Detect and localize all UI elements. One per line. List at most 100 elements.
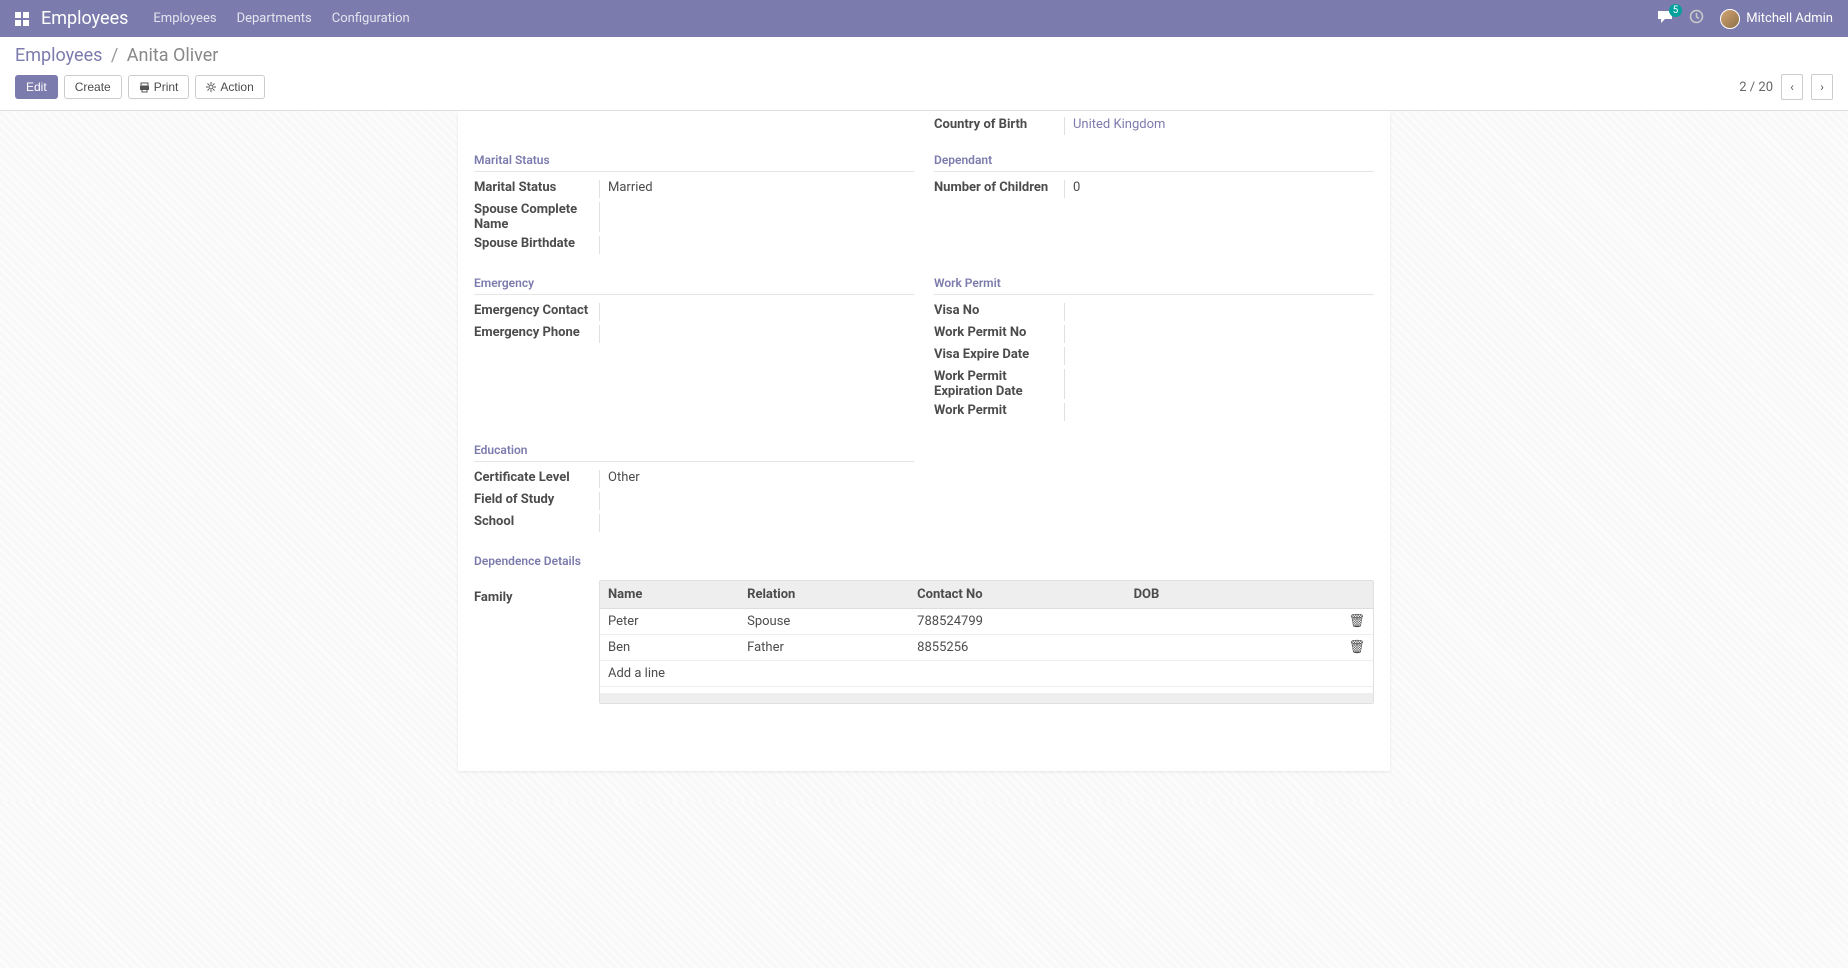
field-study-value xyxy=(599,492,914,510)
col-education: Education Certificate Level Other Field … xyxy=(474,433,914,544)
user-menu[interactable]: Mitchell Admin xyxy=(1720,9,1833,29)
spouse-birthdate-label: Spouse Birthdate xyxy=(474,236,599,254)
dependant-title: Dependant xyxy=(934,143,1374,172)
family-table-wrap: Name Relation Contact No DOB PeterSpouse… xyxy=(599,580,1374,704)
spouse-name-value xyxy=(599,202,914,232)
marital-status-title: Marital Status xyxy=(474,143,914,172)
breadcrumb: Employees / Anita Oliver xyxy=(15,45,1833,66)
emergency-title: Emergency xyxy=(474,266,914,295)
th-delete xyxy=(1340,581,1373,609)
trash-icon[interactable]: 🗑 xyxy=(1340,609,1373,635)
work-permit-exp-label: Work Permit Expiration Date xyxy=(934,369,1064,399)
work-permit-title: Work Permit xyxy=(934,266,1374,295)
cell-contact: 8855256 xyxy=(909,635,1125,661)
dep-details-title: Dependence Details xyxy=(474,544,1374,572)
control-row: Edit Create Print Action 2 / 20 ‹ › xyxy=(15,74,1833,100)
messages-icon[interactable]: 5 xyxy=(1657,10,1673,28)
row-education: Education Certificate Level Other Field … xyxy=(474,433,1374,544)
print-icon xyxy=(139,82,150,93)
control-bar: Employees / Anita Oliver Edit Create Pri… xyxy=(0,37,1848,111)
marital-status-label: Marital Status xyxy=(474,180,599,198)
visa-no-value xyxy=(1064,303,1374,321)
user-name: Mitchell Admin xyxy=(1746,11,1833,26)
breadcrumb-parent[interactable]: Employees xyxy=(15,45,102,66)
nav-link-configuration[interactable]: Configuration xyxy=(332,11,410,26)
pager-prev[interactable]: ‹ xyxy=(1781,74,1803,100)
row-marital-dependant: Marital Status Marital Status Married Sp… xyxy=(474,143,1374,266)
action-label: Action xyxy=(220,80,253,94)
edit-button[interactable]: Edit xyxy=(15,75,58,99)
visa-expire-value xyxy=(1064,347,1374,365)
brand-title[interactable]: Employees xyxy=(41,8,128,29)
th-contact[interactable]: Contact No xyxy=(909,581,1125,609)
trash-icon[interactable]: 🗑 xyxy=(1340,635,1373,661)
cert-level-value: Other xyxy=(599,470,914,488)
activities-icon[interactable] xyxy=(1689,9,1704,28)
cell-dob xyxy=(1126,609,1341,635)
messages-badge: 5 xyxy=(1669,4,1683,17)
breadcrumb-current: Anita Oliver xyxy=(127,45,219,66)
pager: 2 / 20 ‹ › xyxy=(1739,74,1833,100)
cell-dob xyxy=(1126,635,1341,661)
emergency-phone-label: Emergency Phone xyxy=(474,325,599,343)
col-work-permit: Work Permit Visa No Work Permit No Visa … xyxy=(934,266,1374,433)
print-label: Print xyxy=(154,80,179,94)
school-value xyxy=(599,514,914,532)
cell-name: Ben xyxy=(600,635,739,661)
col-marital: Marital Status Marital Status Married Sp… xyxy=(474,143,914,266)
col-dependant: Dependant Number of Children 0 xyxy=(934,143,1374,266)
table-row[interactable]: PeterSpouse788524799 🗑 xyxy=(600,609,1373,635)
work-permit-no-label: Work Permit No xyxy=(934,325,1064,343)
pager-label: 2 / 20 xyxy=(1739,80,1773,95)
cell-contact: 788524799 xyxy=(909,609,1125,635)
work-permit-exp-value xyxy=(1064,369,1374,399)
spouse-name-label: Spouse Complete Name xyxy=(474,202,599,232)
avatar xyxy=(1720,9,1740,29)
nav-link-employees[interactable]: Employees xyxy=(153,11,216,26)
num-children-label: Number of Children xyxy=(934,180,1064,198)
country-of-birth-value[interactable]: United Kingdom xyxy=(1073,117,1165,132)
visa-no-label: Visa No xyxy=(934,303,1064,321)
th-name[interactable]: Name xyxy=(600,581,739,609)
row-birth: Country of Birth United Kingdom xyxy=(474,111,1374,143)
breadcrumb-separator: / xyxy=(111,45,118,66)
col-right-birth: Country of Birth United Kingdom xyxy=(934,111,1374,143)
col-education-right-empty xyxy=(934,433,1374,544)
row-dependence: Dependence Details Family Name Relation … xyxy=(474,544,1374,704)
main-area: Country of Birth United Kingdom Marital … xyxy=(0,111,1848,801)
top-nav: Employees Employees Departments Configur… xyxy=(0,0,1848,37)
apps-icon[interactable] xyxy=(15,12,29,26)
form-sheet: Country of Birth United Kingdom Marital … xyxy=(458,111,1390,771)
nav-link-departments[interactable]: Departments xyxy=(237,11,312,26)
visa-expire-label: Visa Expire Date xyxy=(934,347,1064,365)
pager-next[interactable]: › xyxy=(1811,74,1833,100)
table-row[interactable]: BenFather8855256 🗑 xyxy=(600,635,1373,661)
th-relation[interactable]: Relation xyxy=(739,581,909,609)
emergency-contact-value xyxy=(599,303,914,321)
num-children-value: 0 xyxy=(1064,180,1374,198)
work-permit-no-value xyxy=(1064,325,1374,343)
emergency-contact-label: Emergency Contact xyxy=(474,303,599,321)
family-label: Family xyxy=(474,580,599,704)
print-button[interactable]: Print xyxy=(128,75,190,99)
th-dob[interactable]: DOB xyxy=(1126,581,1341,609)
action-button[interactable]: Action xyxy=(195,75,264,99)
emergency-phone-value xyxy=(599,325,914,343)
cell-relation: Spouse xyxy=(739,609,909,635)
col-left-empty xyxy=(474,111,914,143)
family-table: Name Relation Contact No DOB PeterSpouse… xyxy=(600,581,1373,687)
school-label: School xyxy=(474,514,599,532)
cert-level-label: Certificate Level xyxy=(474,470,599,488)
add-line[interactable]: Add a line xyxy=(600,661,1373,687)
table-scrollbar[interactable] xyxy=(600,693,1373,703)
create-button[interactable]: Create xyxy=(64,75,122,99)
education-title: Education xyxy=(474,433,914,462)
nav-links: Employees Departments Configuration xyxy=(153,11,409,26)
cell-relation: Father xyxy=(739,635,909,661)
spouse-birthdate-value xyxy=(599,236,914,254)
col-emergency: Emergency Emergency Contact Emergency Ph… xyxy=(474,266,914,433)
nav-right: 5 Mitchell Admin xyxy=(1657,9,1833,29)
field-study-label: Field of Study xyxy=(474,492,599,510)
cell-name: Peter xyxy=(600,609,739,635)
row-emergency-permit: Emergency Emergency Contact Emergency Ph… xyxy=(474,266,1374,433)
